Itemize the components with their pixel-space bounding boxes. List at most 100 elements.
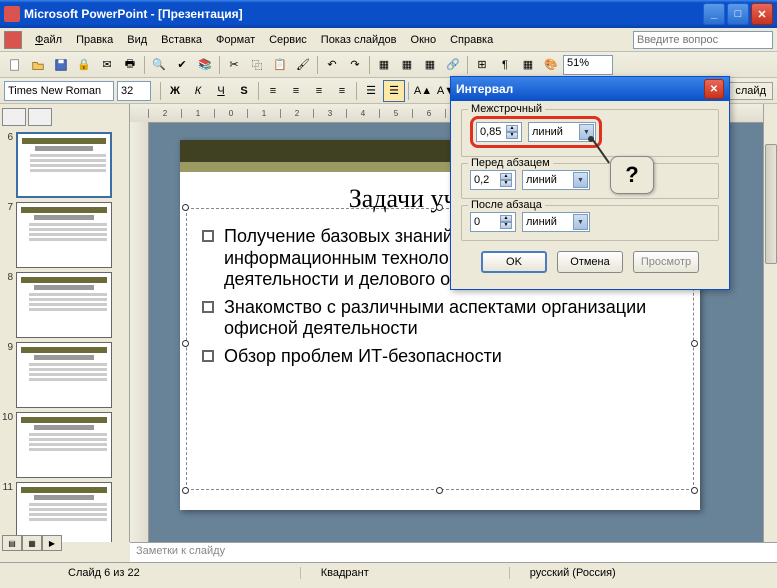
research-button[interactable]: 📚 [194, 54, 216, 76]
zoom-combo[interactable]: 51% [563, 55, 613, 75]
show-formatting-button[interactable]: ¶ [494, 54, 516, 76]
resize-handle[interactable] [436, 487, 443, 494]
preview-button[interactable]: 🔍 [148, 54, 170, 76]
menu-window[interactable]: Окно [404, 31, 444, 49]
menu-tools[interactable]: Сервис [262, 31, 314, 49]
maximize-button[interactable]: □ [727, 3, 749, 25]
slides-tab[interactable] [28, 108, 52, 126]
after-spinner[interactable]: 0▲▼ [470, 212, 516, 232]
minimize-button[interactable]: _ [703, 3, 725, 25]
resize-handle[interactable] [691, 487, 698, 494]
slide-thumbnail[interactable]: 8 [2, 272, 127, 338]
close-button[interactable]: ✕ [751, 3, 773, 25]
bullet-item[interactable]: Обзор проблем ИТ-безопасности [202, 346, 678, 368]
underline-button[interactable]: Ч [210, 80, 232, 102]
align-center-button[interactable]: ≡ [285, 80, 307, 102]
new-slide-button[interactable]: слайд [728, 82, 773, 100]
window-titlebar: Microsoft PowerPoint - [Презентация] _ □… [0, 0, 777, 28]
bullet-icon [202, 350, 214, 362]
hyperlink-button[interactable]: 🔗 [442, 54, 464, 76]
save-button[interactable] [50, 54, 72, 76]
chevron-down-icon[interactable]: ▼ [573, 214, 588, 230]
slide-thumbnail[interactable]: 11 [2, 482, 127, 542]
before-unit-combo[interactable]: линий▼ [522, 170, 590, 190]
resize-handle[interactable] [182, 487, 189, 494]
doc-icon[interactable] [4, 31, 22, 49]
paste-button[interactable]: 📋 [269, 54, 291, 76]
permissions-button[interactable]: 🔒 [73, 54, 95, 76]
slide-thumbnail[interactable]: 9 [2, 342, 127, 408]
tables-borders-button[interactable]: ▦ [419, 54, 441, 76]
line-spacing-spinner[interactable]: 0,85▲▼ [476, 122, 522, 142]
email-button[interactable]: ✉ [96, 54, 118, 76]
grid-button[interactable]: ▦ [517, 54, 539, 76]
spellcheck-button[interactable]: ✔ [171, 54, 193, 76]
increase-font-button[interactable]: A▲ [412, 80, 434, 102]
bullets-button[interactable]: ☰ [383, 80, 405, 102]
slide-thumbnail[interactable]: 6 [2, 132, 127, 198]
chevron-down-icon[interactable]: ▼ [573, 172, 588, 188]
bullet-item[interactable]: Знакомство с различными аспектами органи… [202, 297, 678, 340]
resize-handle[interactable] [691, 340, 698, 347]
interval-dialog: Интервал ✕ Межстрочный 0,85▲▼ линий▼ Пер… [450, 76, 730, 290]
redo-button[interactable]: ↷ [344, 54, 366, 76]
menu-slideshow[interactable]: Показ слайдов [314, 31, 404, 49]
outline-tab[interactable] [2, 108, 26, 126]
after-label: После абзаца [468, 199, 545, 211]
status-bar: Слайд 6 из 22 Квадрант русский (Россия) [0, 562, 777, 582]
new-button[interactable] [4, 54, 26, 76]
slideshow-view-button[interactable]: ▶ [42, 535, 62, 551]
preview-button[interactable]: Просмотр [633, 251, 699, 273]
dialog-title: Интервал [456, 82, 513, 96]
print-button[interactable]: 🖶 [119, 54, 141, 76]
callout-balloon: ? [610, 156, 654, 194]
resize-handle[interactable] [436, 204, 443, 211]
help-search-input[interactable] [633, 31, 773, 49]
dialog-close-button[interactable]: ✕ [704, 79, 724, 99]
status-layout: Квадрант [300, 567, 389, 579]
open-button[interactable] [27, 54, 49, 76]
view-buttons: ▤ ▦ ▶ [2, 535, 62, 551]
menu-help[interactable]: Справка [443, 31, 500, 49]
menu-file[interactable]: ФФайлайл [28, 31, 69, 49]
format-painter-button[interactable]: 🖌 [292, 54, 314, 76]
menu-format[interactable]: Формат [209, 31, 262, 49]
menu-insert[interactable]: Вставка [154, 31, 209, 49]
copy-button[interactable]: ⿻ [246, 54, 268, 76]
normal-view-button[interactable]: ▤ [2, 535, 22, 551]
cut-button[interactable]: ✂ [223, 54, 245, 76]
shadow-button[interactable]: S [233, 80, 255, 102]
align-left-button[interactable]: ≡ [262, 80, 284, 102]
font-combo[interactable] [4, 81, 114, 101]
notes-pane[interactable]: Заметки к слайду [130, 542, 777, 562]
chart-button[interactable]: ▦ [373, 54, 395, 76]
italic-button[interactable]: К [187, 80, 209, 102]
slide-thumbnail[interactable]: 10 [2, 412, 127, 478]
after-unit-combo[interactable]: линий▼ [522, 212, 590, 232]
sorter-view-button[interactable]: ▦ [22, 535, 42, 551]
standard-toolbar: 🔒 ✉ 🖶 🔍 ✔ 📚 ✂ ⿻ 📋 🖌 ↶ ↷ ▦ ▦ ▦ 🔗 ⊞ ¶ ▦ 🎨 … [0, 52, 777, 78]
dialog-titlebar[interactable]: Интервал ✕ [451, 77, 729, 101]
before-spinner[interactable]: 0,2▲▼ [470, 170, 516, 190]
justify-button[interactable]: ≡ [331, 80, 353, 102]
ok-button[interactable]: OK [481, 251, 547, 273]
bullet-icon [202, 301, 214, 313]
numbering-button[interactable]: ☰ [360, 80, 382, 102]
slide-thumbnail[interactable]: 7 [2, 202, 127, 268]
cancel-button[interactable]: Отмена [557, 251, 623, 273]
slide-thumbnails-panel: 6789101112 [0, 104, 130, 542]
table-button[interactable]: ▦ [396, 54, 418, 76]
vertical-scrollbar[interactable] [763, 104, 777, 542]
align-right-button[interactable]: ≡ [308, 80, 330, 102]
undo-button[interactable]: ↶ [321, 54, 343, 76]
expand-all-button[interactable]: ⊞ [471, 54, 493, 76]
line-spacing-unit-combo[interactable]: линий▼ [528, 122, 596, 142]
menu-view[interactable]: Вид [120, 31, 154, 49]
line-spacing-label: Межстрочный [468, 103, 545, 115]
font-size-combo[interactable] [117, 81, 151, 101]
resize-handle[interactable] [182, 204, 189, 211]
menu-edit[interactable]: Правка [69, 31, 120, 49]
bold-button[interactable]: Ж [164, 80, 186, 102]
resize-handle[interactable] [182, 340, 189, 347]
color-button[interactable]: 🎨 [540, 54, 562, 76]
